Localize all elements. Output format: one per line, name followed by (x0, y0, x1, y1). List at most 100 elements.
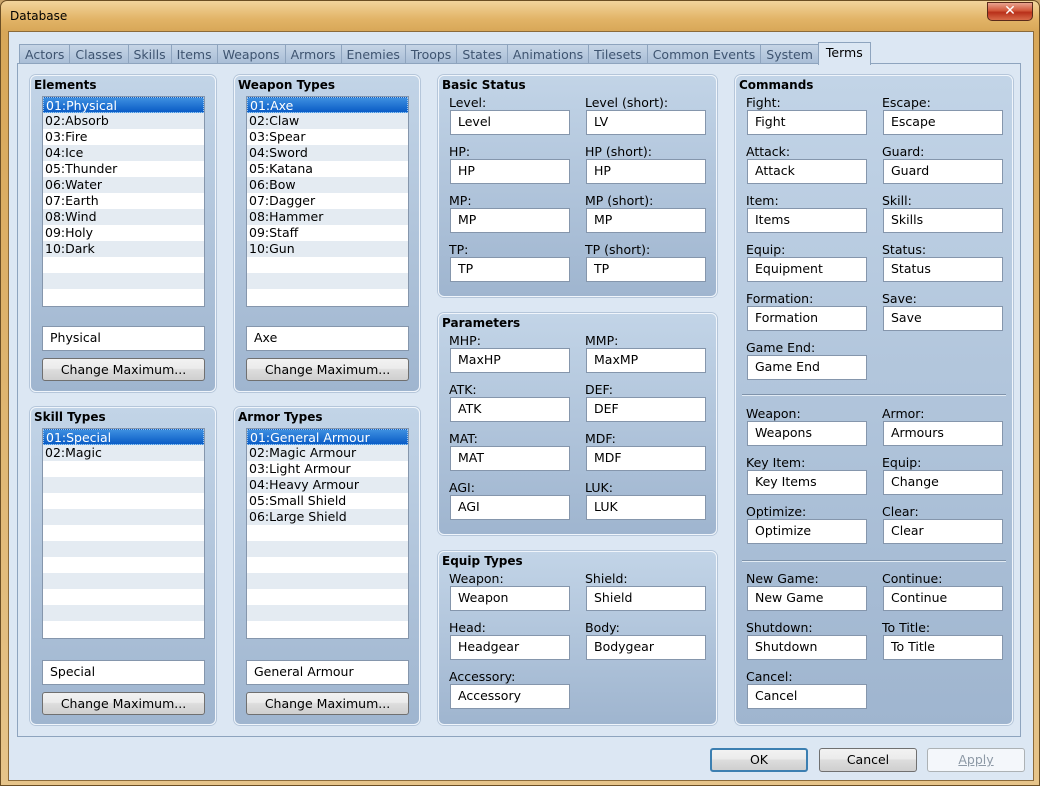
skill-types-list[interactable]: 01:Special 02:Magic (42, 428, 205, 639)
guard-input[interactable]: Guard (883, 159, 1003, 184)
mp-short-input[interactable]: MP (586, 208, 706, 233)
apply-button[interactable]: Apply (927, 748, 1025, 772)
optimize-input[interactable]: Optimize (747, 519, 867, 544)
luk-input[interactable]: LUK (586, 495, 706, 520)
list-item[interactable]: 01:Axe (247, 97, 408, 113)
tab-system[interactable]: System (760, 44, 819, 64)
tab-skills[interactable]: Skills (127, 44, 172, 64)
list-item[interactable]: 06:Water (43, 177, 204, 193)
weapon-input[interactable]: Weapons (747, 421, 867, 446)
list-item[interactable]: 03:Spear (247, 129, 408, 145)
list-item[interactable]: 07:Dagger (247, 193, 408, 209)
continue-input[interactable]: Continue (883, 586, 1003, 611)
mat-input[interactable]: MAT (450, 446, 570, 471)
cancel-input[interactable]: Cancel (747, 684, 867, 709)
tab-enemies[interactable]: Enemies (340, 44, 406, 64)
tp-short-input[interactable]: TP (586, 257, 706, 282)
attack-input[interactable]: Attack (747, 159, 867, 184)
list-item[interactable]: 02:Claw (247, 113, 408, 129)
hp-short-input[interactable]: HP (586, 159, 706, 184)
weapon-types-list[interactable]: 01:Axe 02:Claw 03:Spear 04:Sword 05:Katana 06… (246, 96, 409, 307)
list-item[interactable]: 09:Holy (43, 225, 204, 241)
elements-name-input[interactable]: Physical (42, 326, 205, 351)
equip-input[interactable]: Equipment (747, 257, 867, 282)
atk-input[interactable]: ATK (450, 397, 570, 422)
list-item[interactable]: 06:Large Shield (247, 509, 408, 525)
mp-input[interactable]: MP (450, 208, 570, 233)
tab-weapons[interactable]: Weapons (216, 44, 286, 64)
tab-actors[interactable]: Actors (19, 44, 71, 64)
skill-input[interactable]: Skills (883, 208, 1003, 233)
list-item[interactable]: 01:General Armour (247, 429, 408, 445)
weapon-types-change-maximum-button[interactable]: Change Maximum... (246, 358, 409, 381)
to-title-input[interactable]: To Title (883, 635, 1003, 660)
list-item[interactable]: 06:Bow (247, 177, 408, 193)
list-item[interactable]: 10:Dark (43, 241, 204, 257)
skill-types-name-input[interactable]: Special (42, 660, 205, 685)
tab-terms[interactable]: Terms (817, 42, 871, 65)
tab-animations[interactable]: Animations (506, 44, 590, 64)
list-item[interactable]: 05:Thunder (43, 161, 204, 177)
tab-troops[interactable]: Troops (404, 44, 458, 64)
list-item[interactable]: 04:Sword (247, 145, 408, 161)
escape-input[interactable]: Escape (883, 110, 1003, 135)
mdf-input[interactable]: MDF (586, 446, 706, 471)
mhp-input[interactable]: MaxHP (450, 348, 570, 373)
head-input[interactable]: Headgear (450, 635, 570, 660)
tab-common-events[interactable]: Common Events (646, 44, 762, 64)
list-item[interactable]: 01:Special (43, 429, 204, 445)
list-item[interactable]: 01:Physical (43, 97, 204, 113)
list-item[interactable]: 10:Gun (247, 241, 408, 257)
armor-types-change-maximum-button[interactable]: Change Maximum... (246, 692, 409, 715)
list-item[interactable]: 03:Fire (43, 129, 204, 145)
agi-input[interactable]: AGI (450, 495, 570, 520)
list-item[interactable]: 02:Magic Armour (247, 445, 408, 461)
armor-input[interactable]: Armours (883, 421, 1003, 446)
save-input[interactable]: Save (883, 306, 1003, 331)
hp-input[interactable]: HP (450, 159, 570, 184)
list-item[interactable]: 08:Wind (43, 209, 204, 225)
list-item[interactable]: 04:Ice (43, 145, 204, 161)
shutdown-input[interactable]: Shutdown (747, 635, 867, 660)
tab-items[interactable]: Items (170, 44, 218, 64)
fight-input[interactable]: Fight (747, 110, 867, 135)
def-input[interactable]: DEF (586, 397, 706, 422)
list-item[interactable]: 03:Light Armour (247, 461, 408, 477)
armor-types-name-input[interactable]: General Armour (246, 660, 409, 685)
list-item[interactable]: 08:Hammer (247, 209, 408, 225)
tab-states[interactable]: States (456, 44, 508, 64)
list-item[interactable]: 02:Absorb (43, 113, 204, 129)
tab-armors[interactable]: Armors (284, 44, 342, 64)
skill-types-change-maximum-button[interactable]: Change Maximum... (42, 692, 205, 715)
mmp-input[interactable]: MaxMP (586, 348, 706, 373)
ok-button[interactable]: OK (710, 748, 808, 772)
list-item[interactable]: 09:Staff (247, 225, 408, 241)
equip-input[interactable]: Change (883, 470, 1003, 495)
key-item-input[interactable]: Key Items (747, 470, 867, 495)
tab-classes[interactable]: Classes (69, 44, 129, 64)
new-game-input[interactable]: New Game (747, 586, 867, 611)
clear-input[interactable]: Clear (883, 519, 1003, 544)
list-item[interactable]: 07:Earth (43, 193, 204, 209)
item-input[interactable]: Items (747, 208, 867, 233)
accessory-input[interactable]: Accessory (450, 684, 570, 709)
weapon-types-name-input[interactable]: Axe (246, 326, 409, 351)
list-item[interactable]: 05:Katana (247, 161, 408, 177)
cancel-button[interactable]: Cancel (819, 748, 917, 772)
list-item[interactable]: 02:Magic (43, 445, 204, 461)
elements-change-maximum-button[interactable]: Change Maximum... (42, 358, 205, 381)
close-button[interactable]: ✕ (987, 2, 1033, 21)
level-input[interactable]: Level (450, 110, 570, 135)
armor-types-list[interactable]: 01:General Armour 02:Magic Armour 03:Light… (246, 428, 409, 639)
tp-input[interactable]: TP (450, 257, 570, 282)
shield-input[interactable]: Shield (586, 586, 706, 611)
tab-tilesets[interactable]: Tilesets (588, 44, 648, 64)
body-input[interactable]: Bodygear (586, 635, 706, 660)
status-input[interactable]: Status (883, 257, 1003, 282)
list-item[interactable]: 04:Heavy Armour (247, 477, 408, 493)
elements-list[interactable]: 01:Physical 02:Absorb 03:Fire 04:Ice 05:Thun… (42, 96, 205, 307)
formation-input[interactable]: Formation (747, 306, 867, 331)
weapon-input[interactable]: Weapon (450, 586, 570, 611)
list-item[interactable]: 05:Small Shield (247, 493, 408, 509)
game-end-input[interactable]: Game End (747, 355, 867, 380)
